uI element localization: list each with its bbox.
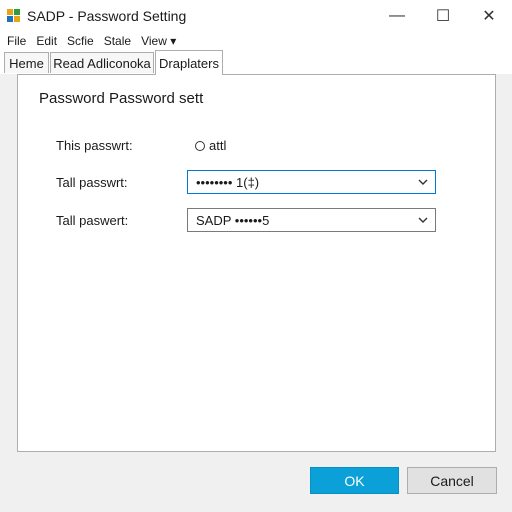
tall-password-label: Tall passwrt: <box>56 175 128 190</box>
tab-strip: Heme Read Adliconoka Draplaters <box>0 50 512 75</box>
panel-title: Password Password sett <box>39 90 204 107</box>
tab-label: Heme <box>9 55 44 71</box>
maximize-icon: ☐ <box>435 8 451 25</box>
minimize-button[interactable]: — <box>374 0 420 32</box>
radio-label: attl <box>209 138 227 153</box>
window-title: SADP - Password Setting <box>27 8 187 24</box>
menu-file[interactable]: File <box>3 34 30 48</box>
title-bar[interactable]: SADP - Password Setting — ☐ ✕ <box>0 0 512 32</box>
tab-label: Read Adliconoka <box>53 55 151 71</box>
settings-panel: Password Password sett This passwrt: att… <box>17 74 496 452</box>
password-combo[interactable]: •••••••• 1(‡) <box>187 170 436 194</box>
app-icon <box>7 9 21 23</box>
tab-heme[interactable]: Heme <box>4 52 49 73</box>
attl-radio[interactable]: attl <box>195 138 226 153</box>
tab-draplaters[interactable]: Draplaters <box>155 50 223 75</box>
sadp-combo-value: SADP ••••••5 <box>196 212 270 228</box>
radio-circle-icon <box>195 140 205 151</box>
chevron-down-icon <box>418 217 428 223</box>
password-combo-value: •••••••• 1(‡) <box>196 174 260 190</box>
ok-button[interactable]: OK <box>310 467 399 494</box>
sadp-window: SADP - Password Setting — ☐ ✕ File Edit … <box>0 0 512 512</box>
sadp-combo[interactable]: SADP ••••••5 <box>187 208 436 232</box>
chevron-down-icon <box>418 179 428 185</box>
this-password-label: This passwrt: <box>56 138 133 153</box>
tall-paswert-label: Tall paswert: <box>56 213 129 228</box>
menu-edit[interactable]: Edit <box>32 34 61 48</box>
menu-bar: File Edit Scfie Stale View ▾ <box>0 32 512 50</box>
tab-read-adliconoka[interactable]: Read Adliconoka <box>50 52 154 73</box>
cancel-button[interactable]: Cancel <box>407 467 497 494</box>
menu-stale[interactable]: Stale <box>100 34 135 48</box>
minimize-icon: — <box>389 7 405 24</box>
close-button[interactable]: ✕ <box>466 0 512 32</box>
maximize-button[interactable]: ☐ <box>420 0 466 32</box>
menu-view[interactable]: View ▾ <box>137 34 180 48</box>
close-icon: ✕ <box>482 8 496 25</box>
menu-scfie[interactable]: Scfie <box>63 34 98 48</box>
tab-label: Draplaters <box>159 55 219 71</box>
window-controls: — ☐ ✕ <box>374 0 512 32</box>
